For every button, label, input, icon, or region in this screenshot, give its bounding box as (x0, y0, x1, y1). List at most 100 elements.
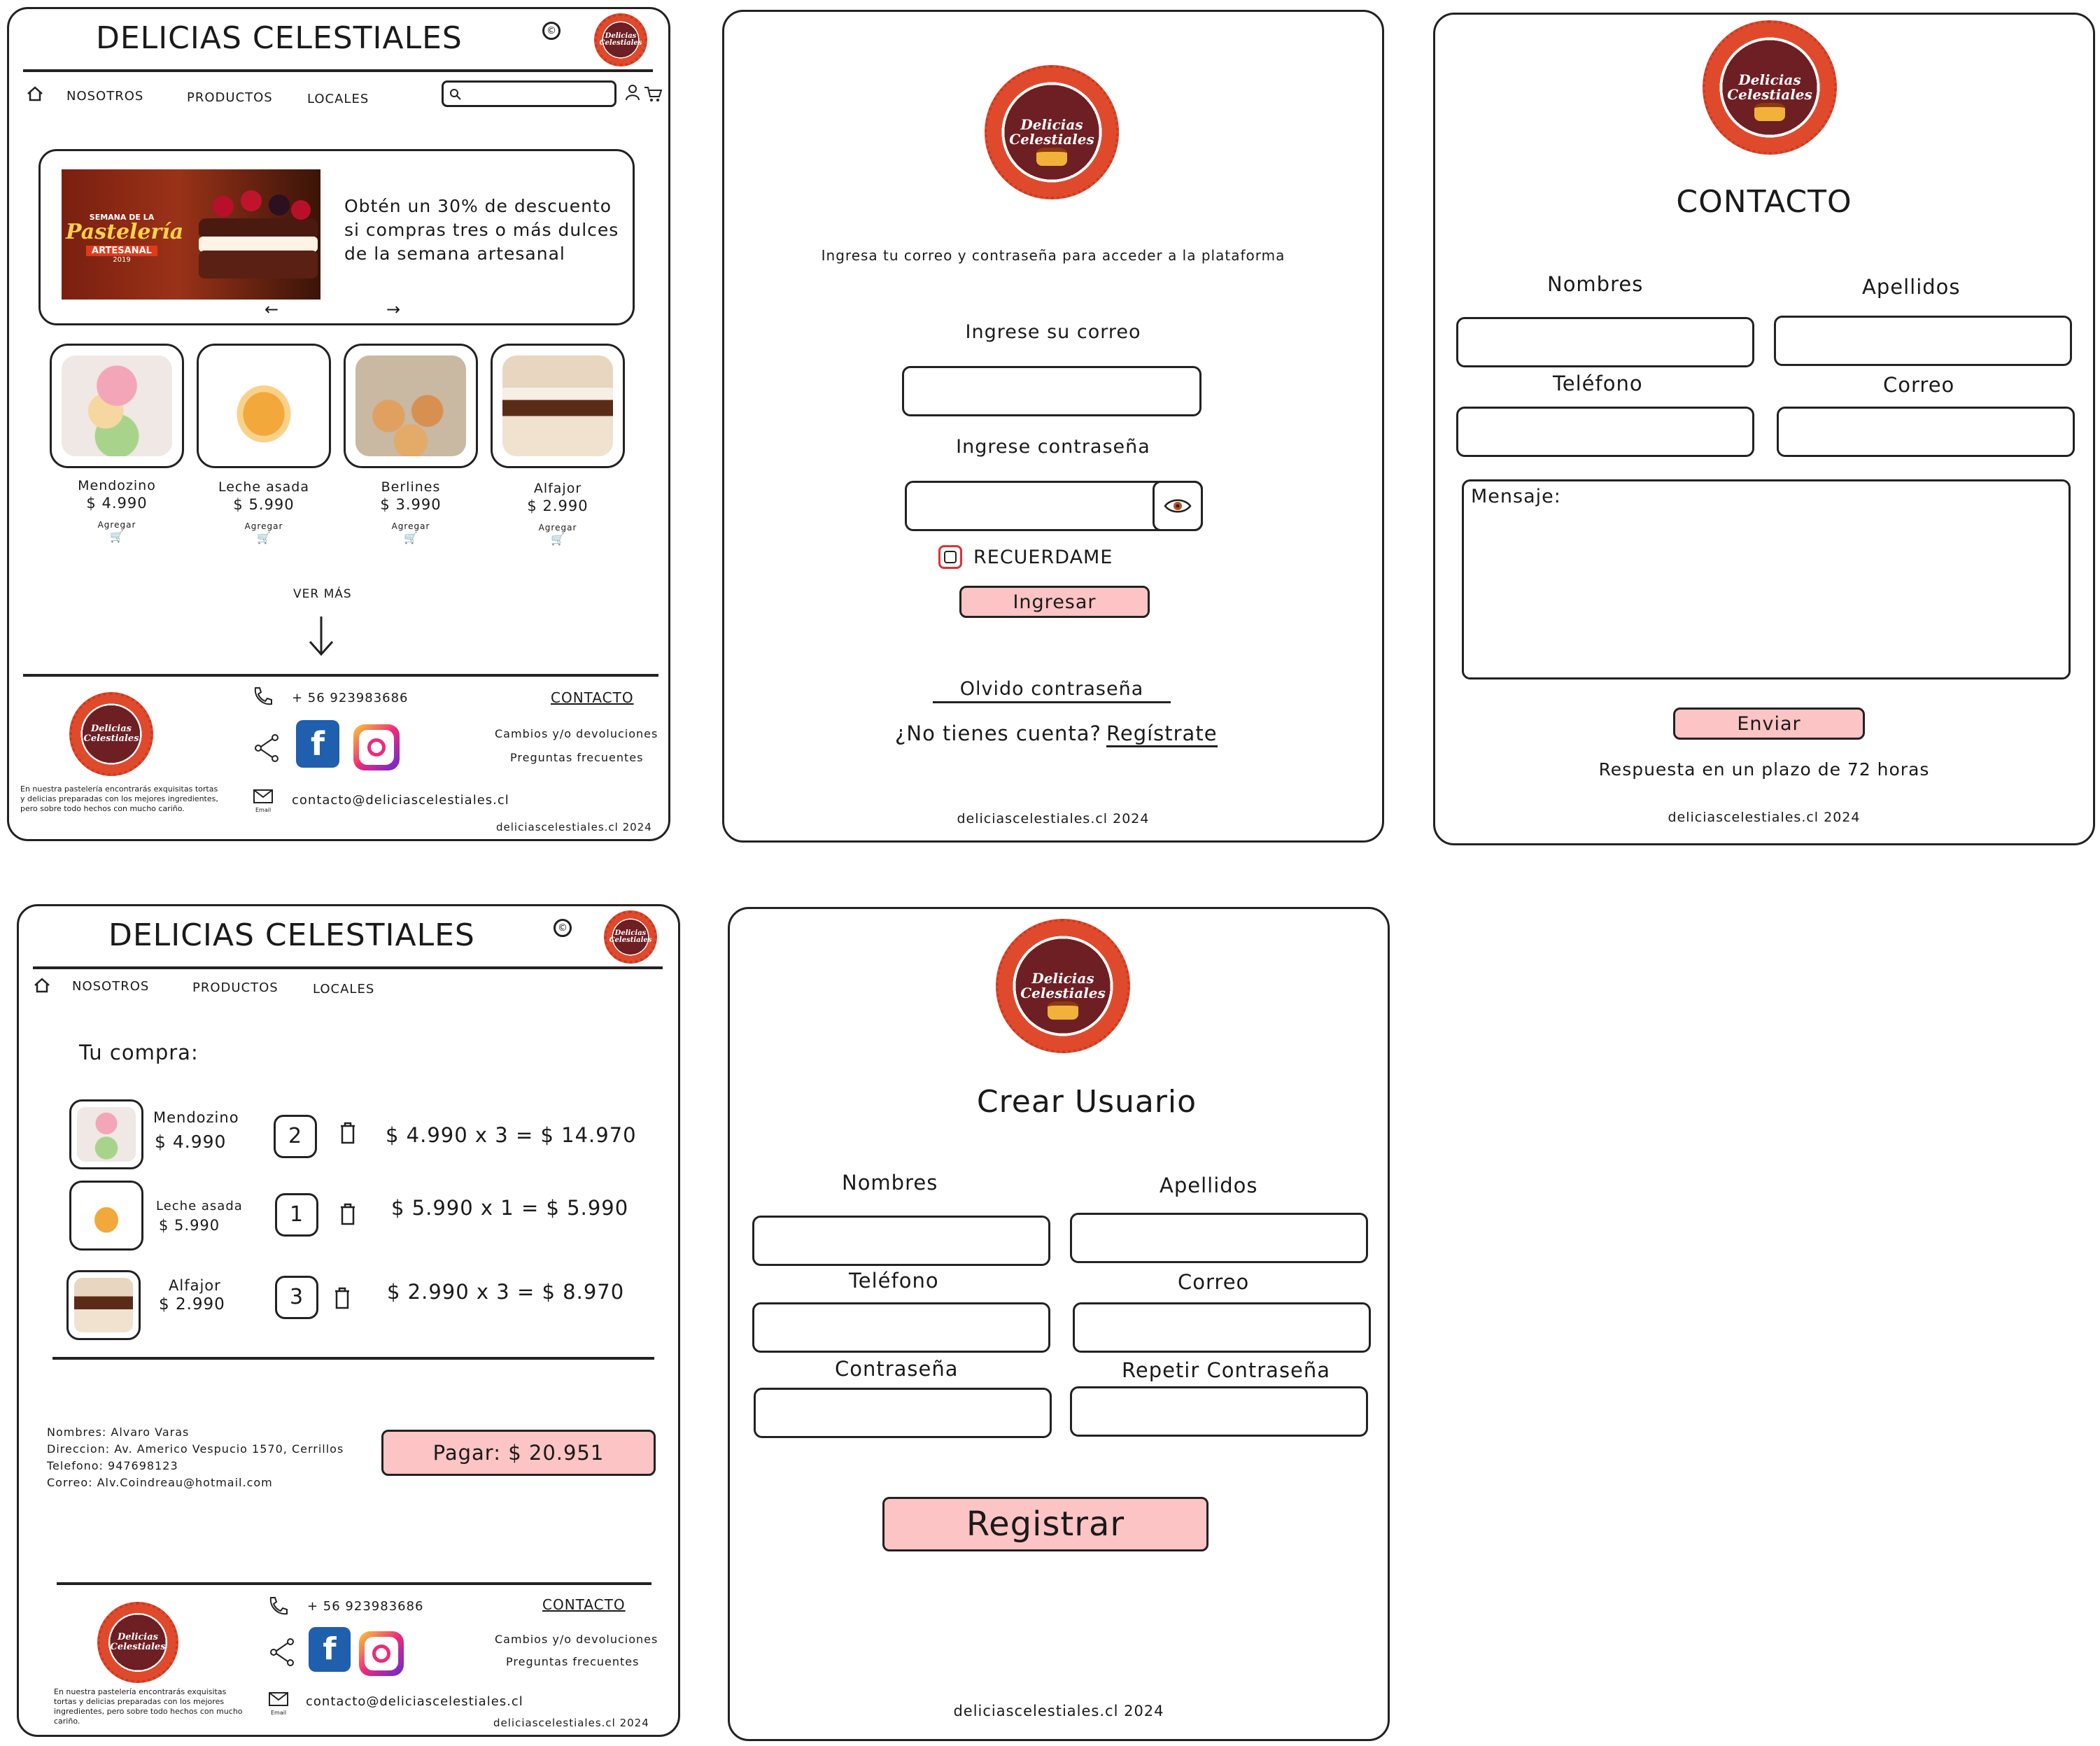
search-input[interactable] (442, 80, 616, 107)
cart-icon[interactable] (643, 85, 663, 103)
add-to-cart-label[interactable]: Agregar (197, 521, 331, 531)
instagram-icon[interactable] (359, 1631, 404, 1676)
footer-phone[interactable]: + 56 923983686 (307, 1599, 424, 1614)
quantity-field[interactable]: 1 (275, 1193, 318, 1237)
footer-returns-link[interactable]: Cambios y/o devoluciones (495, 1633, 658, 1646)
nav-nosotros[interactable]: NOSOTROS (72, 979, 149, 994)
send-button[interactable]: Enviar (1673, 707, 1865, 740)
footer-phone[interactable]: + 56 923983686 (292, 691, 409, 705)
nav-productos[interactable]: PRODUCTOS (187, 90, 273, 105)
product-image-alfajor[interactable] (491, 344, 625, 468)
phone-input[interactable] (1456, 407, 1754, 457)
last-name-input[interactable] (1774, 316, 2072, 366)
login-submit-button[interactable]: Ingresar (959, 586, 1150, 618)
brand-logo[interactable]: Delicias Celestiales (604, 910, 657, 964)
show-password-button[interactable] (1153, 481, 1203, 531)
message-label: Mensaje: (1471, 486, 1561, 507)
add-cart-icon[interactable]: 🛒 (344, 531, 478, 544)
footer-contact-link[interactable]: CONTACTO (542, 1596, 626, 1613)
promo-image[interactable]: SEMANA DE LA Pastelería ARTESANAL 2019 (62, 169, 320, 300)
response-note: Respuesta en un plazo de 72 horas (1598, 759, 1930, 780)
contact-copyright: deliciascelestiales.cl 2024 (1668, 810, 1861, 825)
add-to-cart-label[interactable]: Agregar (491, 523, 625, 533)
footer-faq-link[interactable]: Preguntas frecuentes (506, 1655, 639, 1668)
share-icon[interactable] (253, 733, 281, 763)
footer-divider (57, 1582, 651, 1585)
trash-icon[interactable] (338, 1202, 358, 1227)
phone-icon[interactable] (267, 1595, 289, 1617)
instagram-icon[interactable] (353, 724, 400, 770)
email-icon[interactable] (253, 789, 274, 804)
email-input[interactable] (902, 366, 1201, 416)
add-to-cart-label[interactable]: Agregar (344, 521, 478, 531)
add-cart-icon[interactable]: 🛒 (491, 533, 625, 546)
footer-copyright: deliciascelestiales.cl 2024 (493, 1717, 649, 1729)
footer-email[interactable]: contacto@deliciascelestiales.cl (292, 793, 509, 808)
nav-locales[interactable]: LOCALES (313, 982, 374, 997)
footer-returns-link[interactable]: Cambios y/o devoluciones (495, 727, 658, 740)
first-name-input[interactable] (1456, 317, 1754, 367)
email-icon[interactable] (268, 1691, 289, 1707)
forgot-password-link[interactable]: Olvido contraseña (933, 678, 1171, 703)
email-input[interactable] (1777, 407, 2075, 457)
arrow-down-icon[interactable] (307, 615, 335, 657)
trash-icon[interactable] (332, 1286, 352, 1311)
product-image-leche-asada[interactable] (197, 344, 331, 468)
quantity-field[interactable]: 2 (274, 1115, 317, 1158)
product-price: $ 5.990 (233, 496, 295, 513)
pay-button[interactable]: Pagar: $ 20.951 (381, 1430, 656, 1476)
footer-faq-link[interactable]: Preguntas frecuentes (510, 751, 643, 764)
add-cart-icon[interactable]: 🛒 (50, 530, 184, 543)
brand-title: DELICIAS CELESTIALES (96, 20, 463, 56)
facebook-icon[interactable]: f (296, 720, 339, 768)
customer-phone: Telefono: 947698123 (47, 1459, 178, 1472)
password-input[interactable] (905, 481, 1203, 531)
email-input[interactable] (1073, 1302, 1371, 1353)
nav-productos[interactable]: PRODUCTOS (192, 980, 279, 995)
cart-item-image (69, 1181, 143, 1251)
cart-item-name: Alfajor (169, 1277, 221, 1294)
remember-checkbox[interactable] (938, 545, 962, 569)
see-more-link[interactable]: VER MÁS (293, 587, 352, 601)
home-icon[interactable] (26, 85, 44, 103)
user-icon[interactable] (625, 83, 640, 101)
message-textarea[interactable]: Mensaje: (1462, 479, 2071, 680)
register-submit-button[interactable]: Registrar (882, 1497, 1208, 1551)
footer-contact-link[interactable]: CONTACTO (551, 689, 634, 706)
add-to-cart-label[interactable]: Agregar (50, 520, 184, 530)
brand-title: DELICIAS CELESTIALES (108, 917, 475, 953)
footer-logo: Delicias Celestiales (97, 1602, 178, 1683)
product-image-berlines[interactable] (344, 344, 478, 468)
product-name: Mendozino (78, 478, 156, 493)
brand-logo[interactable]: Delicias Celestiales (594, 13, 647, 66)
footer-email[interactable]: contacto@deliciascelestiales.cl (306, 1694, 523, 1709)
home-icon[interactable] (33, 976, 51, 994)
cart-title: Tu compra: (79, 1041, 199, 1064)
login-copyright: deliciascelestiales.cl 2024 (957, 811, 1150, 826)
phone-input[interactable] (752, 1302, 1050, 1353)
eye-icon (1164, 499, 1192, 513)
quantity-field[interactable]: 3 (275, 1276, 318, 1319)
login-frame: Delicias Celestiales Ingresa tu correo y … (722, 10, 1384, 843)
first-name-input[interactable] (752, 1216, 1050, 1266)
password-input[interactable] (754, 1388, 1052, 1438)
product-image-mendozino[interactable] (50, 344, 184, 468)
prev-arrow-icon[interactable]: ← (265, 300, 279, 319)
nav-locales[interactable]: LOCALES (307, 92, 369, 106)
cart-item-price: $ 2.990 (159, 1295, 225, 1314)
trash-icon[interactable] (338, 1120, 358, 1146)
nav-nosotros[interactable]: NOSOTROS (66, 89, 143, 104)
no-account-text: ¿No tienes cuenta? (895, 721, 1101, 745)
phone-icon[interactable] (251, 685, 274, 707)
repeat-password-input[interactable] (1070, 1386, 1368, 1437)
add-cart-icon[interactable]: 🛒 (197, 531, 331, 544)
last-name-input[interactable] (1070, 1213, 1368, 1263)
facebook-icon[interactable]: f (309, 1627, 351, 1672)
last-name-label: Apellidos (1160, 1174, 1258, 1197)
next-arrow-icon[interactable]: → (386, 300, 400, 319)
footer-copyright: deliciascelestiales.cl 2024 (496, 821, 652, 833)
share-icon[interactable] (268, 1637, 296, 1668)
product-name: Alfajor (533, 481, 582, 496)
cart-item-name: Leche asada (156, 1199, 243, 1213)
register-link[interactable]: Regístrate (1106, 721, 1218, 747)
